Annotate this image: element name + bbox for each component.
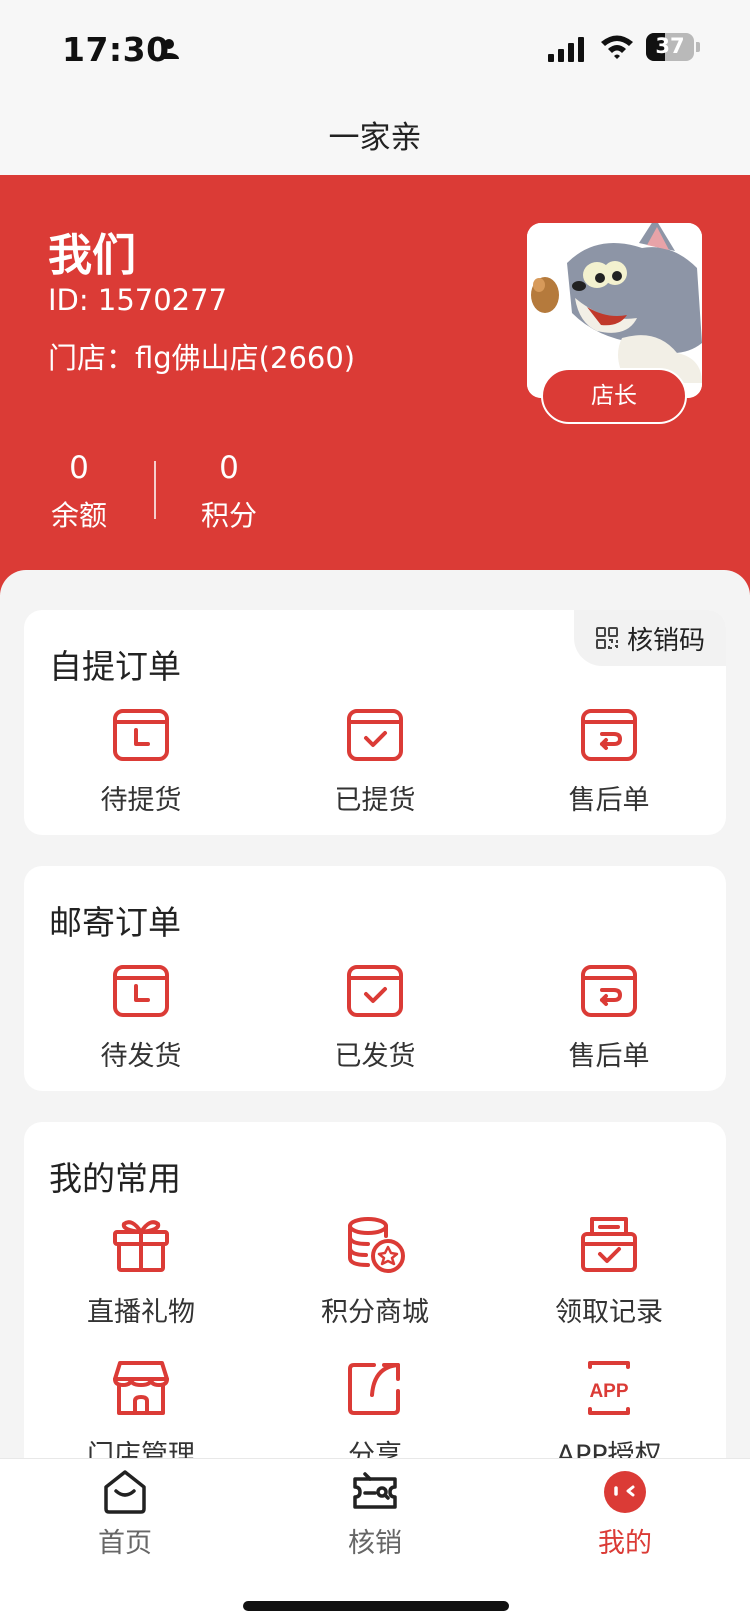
self-pickup-title: 自提订单 (49, 647, 181, 686)
status-bar: 17:30 37 (0, 0, 750, 100)
store-manage-item[interactable]: 门店管理 (24, 1357, 258, 1460)
receipt-check-icon (581, 1217, 637, 1272)
balance-value: 0 (69, 450, 89, 486)
tab-verify-label: 核销 (348, 1528, 402, 1559)
pickup-pending-label: 待提货 (100, 785, 182, 816)
calendar-pending-icon (113, 965, 169, 1017)
app-icon: APP (588, 1361, 630, 1415)
points-stat[interactable]: 0 积分 (198, 450, 260, 534)
battery-icon: 37 (646, 33, 700, 61)
mail-orders-card: 邮寄订单 待发货 已发货 售后单 (24, 866, 726, 1091)
content-area: 自提订单 核销码 待提货 已提货 售后单 邮寄订单 待发货 已发货 售后单 我的… (0, 570, 750, 1460)
tab-verify[interactable]: 核销 (250, 1467, 500, 1560)
app-auth-label: APP授权 (556, 1440, 662, 1460)
calendar-pending-icon (113, 709, 169, 761)
ticket-icon (353, 1472, 397, 1509)
pickup-pending-item[interactable]: 待提货 (24, 702, 258, 817)
share-item[interactable]: 分享 (258, 1357, 492, 1460)
ship-done-label: 已发货 (334, 1041, 416, 1072)
ship-aftersale-item[interactable]: 售后单 (492, 958, 726, 1073)
signal-icon (548, 37, 584, 62)
claim-records-label: 领取记录 (555, 1297, 663, 1328)
user-id: ID: 1570277 (48, 283, 228, 317)
coins-star-icon (348, 1217, 405, 1273)
ship-pending-label: 待发货 (100, 1041, 182, 1072)
calendar-check-icon (347, 709, 403, 761)
calendar-check-icon (347, 965, 403, 1017)
role-badge: 店长 (541, 368, 687, 424)
tab-profile[interactable]: 我的 (500, 1467, 750, 1560)
home-icon (104, 1470, 146, 1514)
profile-icon (604, 1471, 646, 1513)
nav-bar: 一家亲 (0, 100, 750, 175)
common-functions-title: 我的常用 (49, 1159, 181, 1198)
tab-home-label: 首页 (98, 1528, 152, 1559)
balance-label: 余额 (50, 499, 107, 532)
stat-divider (154, 461, 156, 519)
tab-profile-label: 我的 (598, 1528, 652, 1559)
gift-icon (113, 1220, 169, 1272)
self-pickup-card: 自提订单 核销码 待提货 已提货 售后单 (24, 610, 726, 835)
pickup-done-item[interactable]: 已提货 (258, 702, 492, 817)
share-icon (348, 1363, 400, 1415)
pickup-done-label: 已提货 (334, 785, 416, 816)
calendar-return-icon (581, 965, 637, 1017)
share-label: 分享 (348, 1440, 402, 1460)
status-time: 17:30 (62, 30, 170, 69)
points-mall-item[interactable]: 积分商城 (258, 1214, 492, 1329)
ship-pending-item[interactable]: 待发货 (24, 958, 258, 1073)
ship-done-item[interactable]: 已发货 (258, 958, 492, 1073)
pickup-aftersale-label: 售后单 (568, 785, 650, 816)
verify-code-label: 核销码 (626, 625, 705, 656)
points-value: 0 (219, 450, 239, 486)
app-auth-item[interactable]: APP APP授权 (492, 1357, 726, 1460)
wifi-icon (601, 35, 633, 59)
live-gift-label: 直播礼物 (87, 1297, 195, 1328)
claim-records-item[interactable]: 领取记录 (492, 1214, 726, 1329)
svg-text:APP: APP (589, 1381, 628, 1402)
store-icon (113, 1361, 169, 1415)
tab-home[interactable]: 首页 (0, 1467, 250, 1560)
verify-code-button[interactable]: 核销码 (574, 610, 726, 666)
profile-header: 我们 ID: 1570277 门店：flg佛山店(2660) 店长 0 余额 0… (0, 175, 750, 595)
person-icon (159, 39, 179, 59)
points-label: 积分 (200, 499, 257, 532)
battery-level: 37 (655, 34, 685, 58)
calendar-return-icon (581, 709, 637, 761)
qrcode-icon (595, 627, 618, 649)
page-title: 一家亲 (328, 120, 422, 156)
home-indicator (243, 1601, 509, 1611)
store-manage-label: 门店管理 (87, 1440, 195, 1460)
user-name: 我们 (48, 230, 136, 281)
pickup-aftersale-item[interactable]: 售后单 (492, 702, 726, 817)
balance-stat[interactable]: 0 余额 (48, 450, 110, 534)
common-functions-card: 我的常用 直播礼物 积分商城 领取记录 门店管理 分享 APP APP授权 (24, 1122, 726, 1460)
mail-orders-title: 邮寄订单 (49, 903, 181, 942)
ship-aftersale-label: 售后单 (568, 1041, 650, 1072)
user-store[interactable]: 门店：flg佛山店(2660) (48, 335, 355, 377)
live-gift-item[interactable]: 直播礼物 (24, 1214, 258, 1329)
bottom-tab-bar: 首页 核销 我的 (0, 1458, 750, 1623)
points-mall-label: 积分商城 (321, 1297, 429, 1328)
